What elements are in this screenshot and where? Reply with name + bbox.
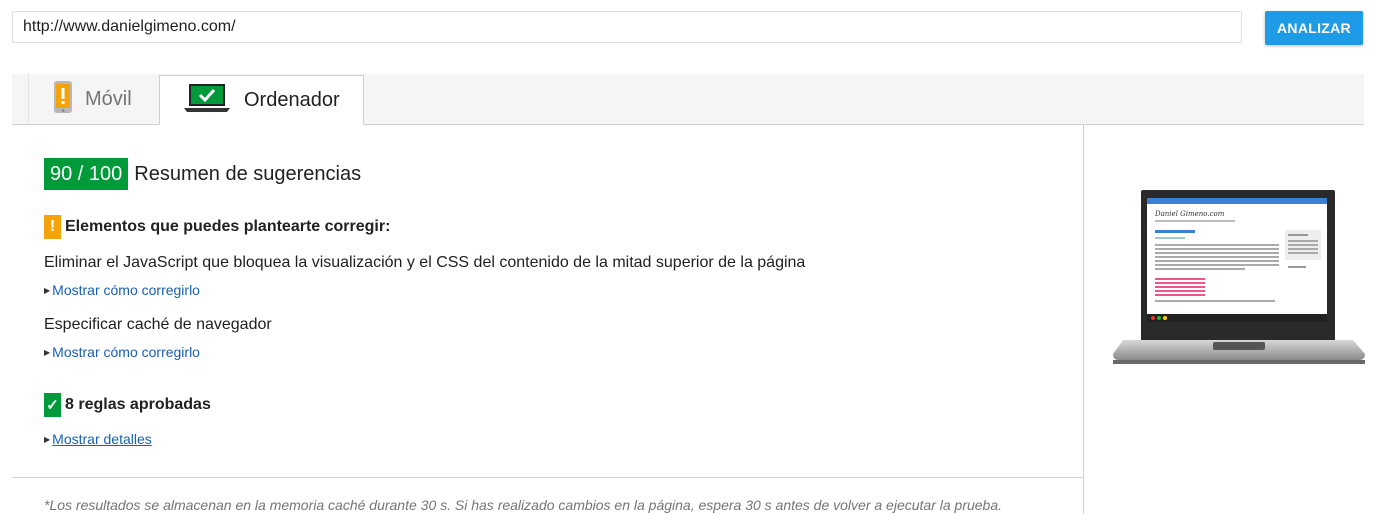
results-panel: 90 / 100 Resumen de sugerencias ! Elemen… xyxy=(12,125,1084,514)
warnings-header: ! Elementos que puedes plantearte correg… xyxy=(44,215,390,239)
rule-render-blocking: Eliminar el JavaScript que bloquea la vi… xyxy=(44,254,806,271)
phone-warning-icon xyxy=(53,80,73,119)
preview-site-title: Daniel Gimeno.com xyxy=(1154,210,1225,218)
tab-ordenador-label: Ordenador xyxy=(244,88,340,111)
expand-triangle-icon: ▶ xyxy=(44,347,51,357)
tab-movil-label: Móvil xyxy=(85,87,132,110)
check-icon: ✓ xyxy=(44,393,61,417)
device-tab-bar: Móvil Ordenador xyxy=(12,74,1364,125)
show-details-link[interactable]: ▶ Mostrar detalles xyxy=(44,431,152,447)
tab-ordenador[interactable]: Ordenador xyxy=(159,75,364,125)
desktop-check-icon xyxy=(184,83,230,118)
laptop-preview: Daniel Gimeno.com xyxy=(1113,190,1365,370)
tab-movil[interactable]: Móvil xyxy=(28,74,159,124)
url-input[interactable] xyxy=(12,11,1242,43)
expand-triangle-icon: ▶ xyxy=(44,285,51,295)
score-title: Resumen de sugerencias xyxy=(134,162,362,185)
passed-title: 8 reglas aprobadas xyxy=(65,396,211,413)
score-badge: 90 / 100 xyxy=(44,158,129,190)
score-row: 90 / 100 Resumen de sugerencias xyxy=(44,158,361,190)
divider xyxy=(12,477,1083,478)
show-fix-link-render-blocking[interactable]: ▶ Mostrar cómo corregirlo xyxy=(44,282,200,298)
analyze-button[interactable]: ANALIZAR xyxy=(1265,11,1363,45)
cache-footnote: *Los resultados se almacenan en la memor… xyxy=(44,497,1003,513)
expand-triangle-icon: ▶ xyxy=(44,434,51,444)
passed-header: ✓ 8 reglas aprobadas xyxy=(44,393,211,417)
rule-browser-cache: Especificar caché de navegador xyxy=(44,316,272,333)
show-fix-link-browser-cache[interactable]: ▶ Mostrar cómo corregirlo xyxy=(44,344,200,360)
warning-icon: ! xyxy=(44,215,61,239)
warnings-title: Elementos que puedes plantearte corregir… xyxy=(65,218,391,235)
